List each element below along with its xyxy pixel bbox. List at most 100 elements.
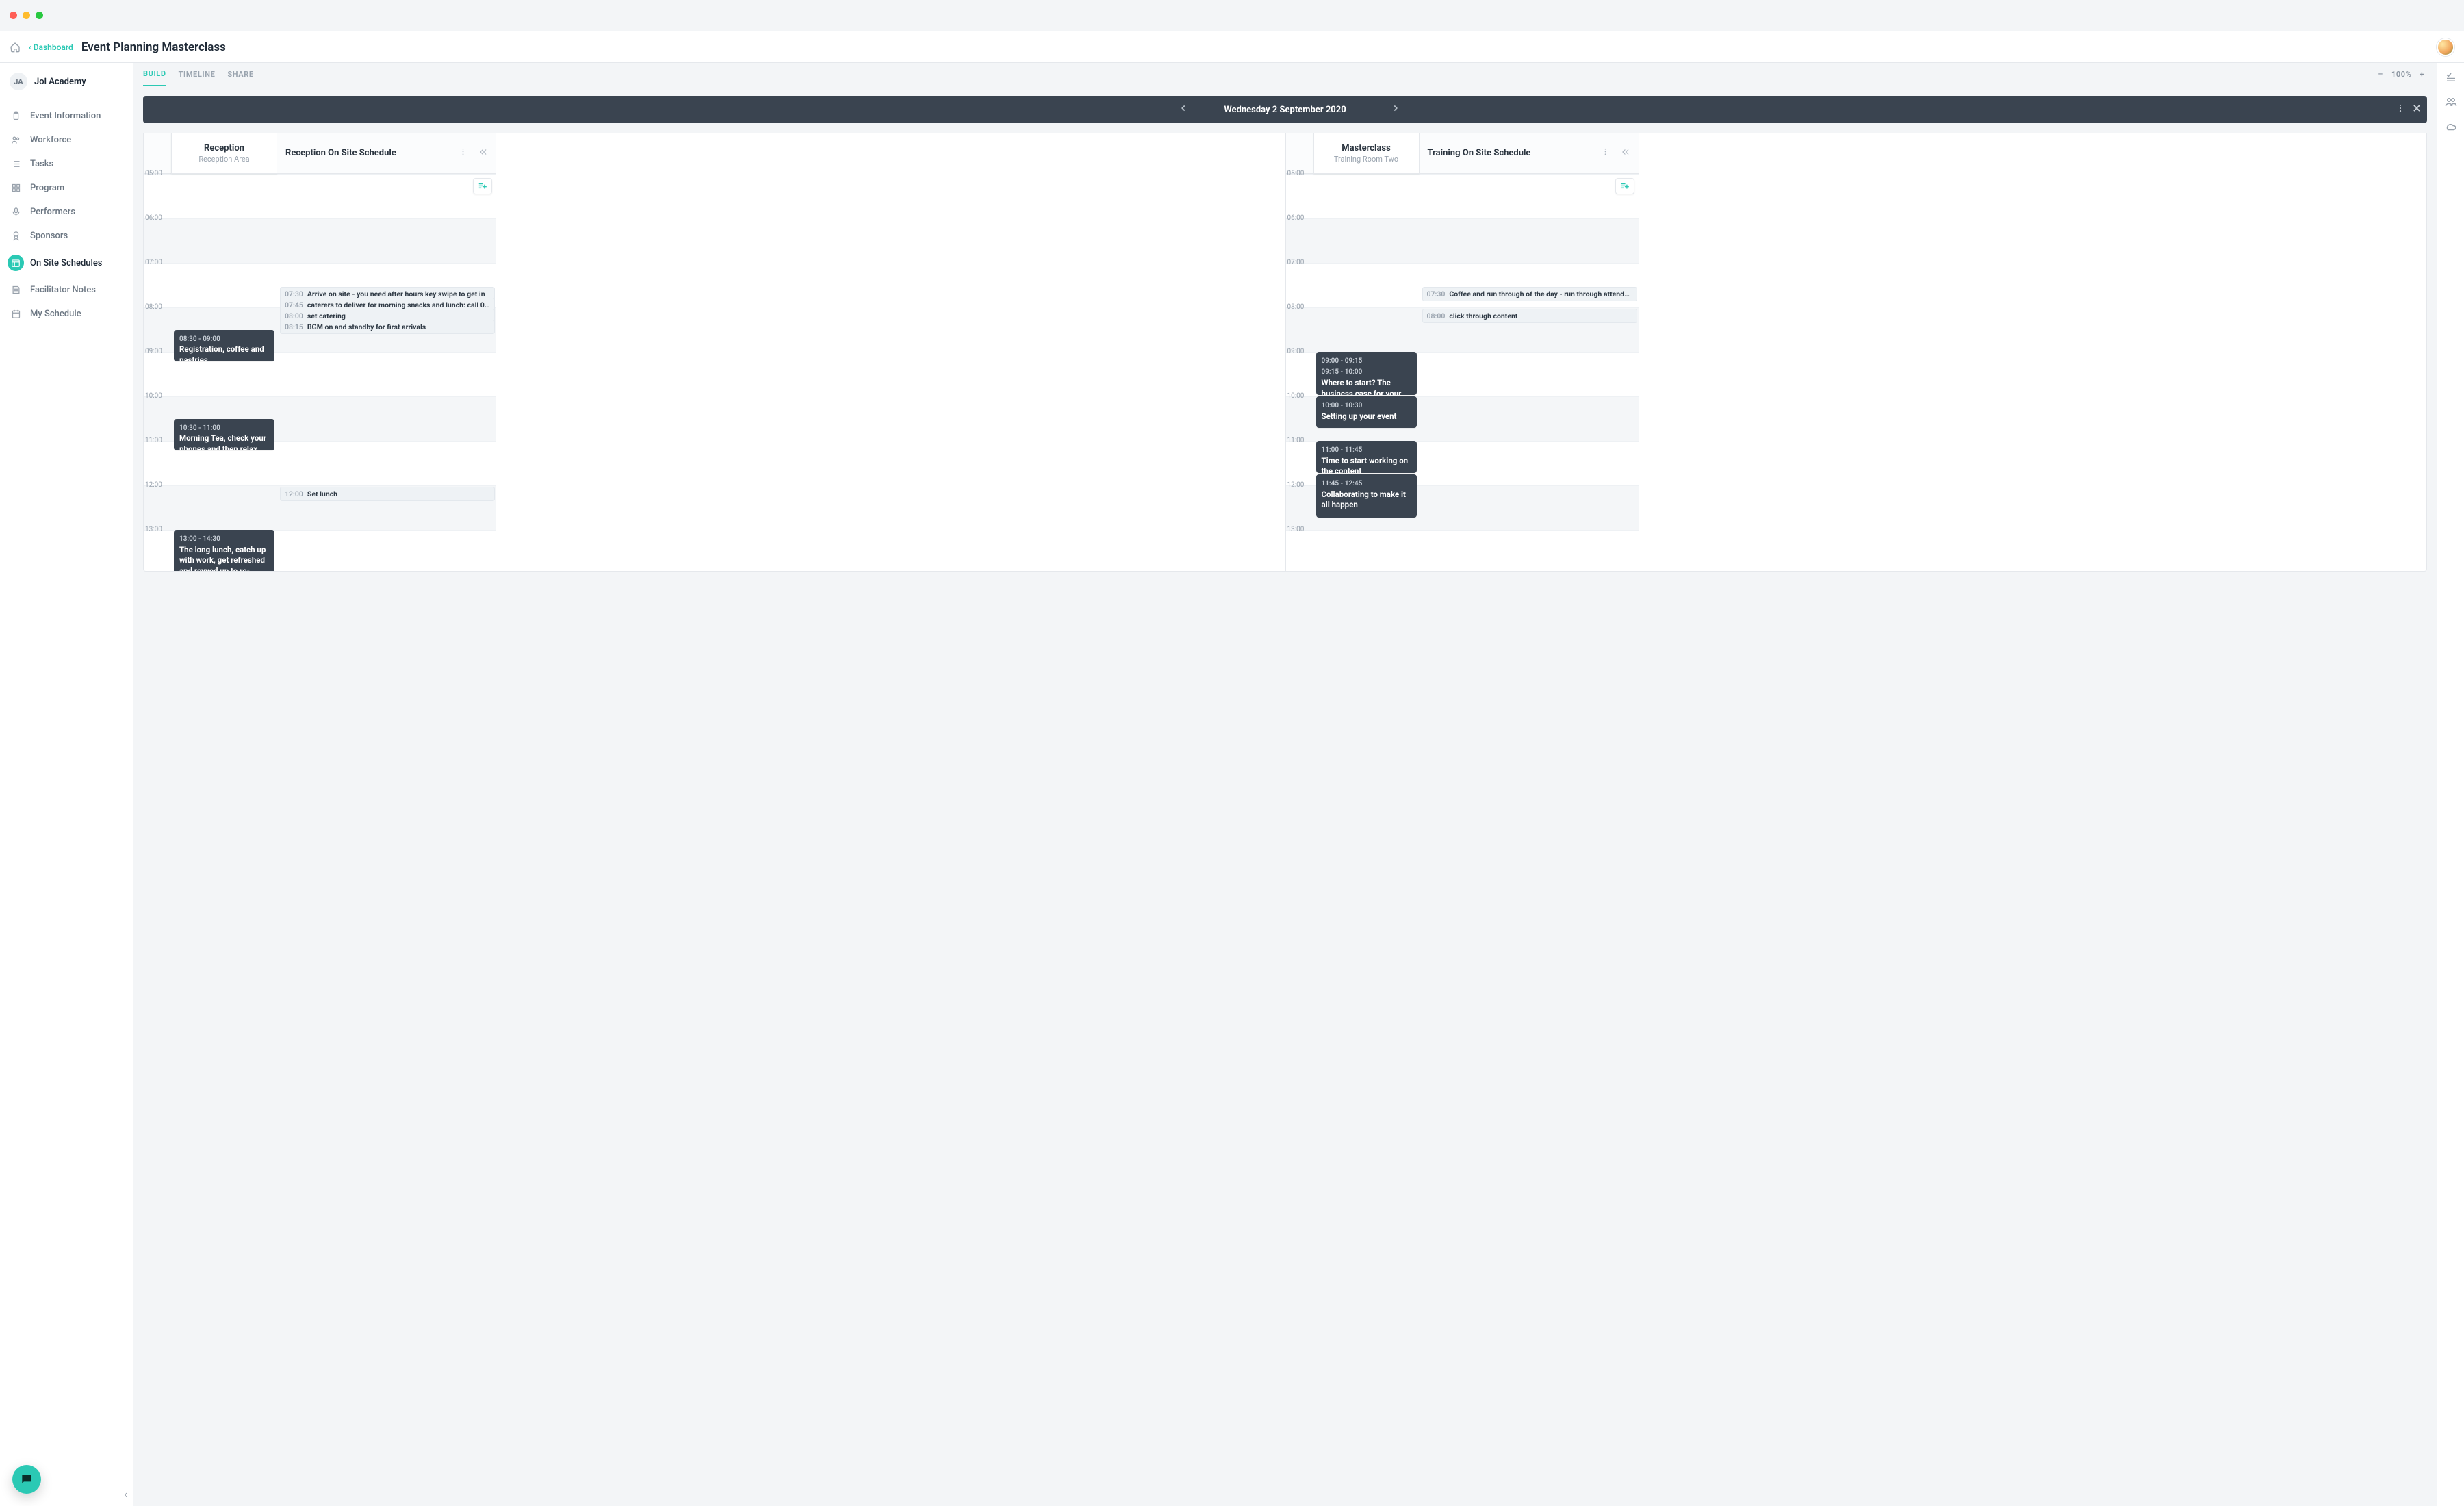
room-event[interactable]: 13:00 - 14:30The long lunch, catch up wi… bbox=[174, 530, 274, 572]
schedule-item[interactable]: 08:15 BGM on and standby for first arriva… bbox=[280, 320, 495, 334]
calendar-icon bbox=[10, 309, 22, 319]
sidebar-item-event-information[interactable]: Event Information bbox=[0, 104, 133, 128]
schedule-item-time: 08:15 bbox=[285, 322, 303, 331]
sidebar-item-sponsors[interactable]: Sponsors bbox=[0, 224, 133, 248]
rail-cloud-icon[interactable] bbox=[2445, 120, 2457, 136]
zoom-in-button[interactable]: + bbox=[2417, 70, 2427, 79]
window-zoom-dot[interactable] bbox=[36, 12, 43, 19]
event-label: Setting up your event bbox=[1322, 411, 1411, 422]
list-icon bbox=[10, 159, 22, 169]
sidebar-item-label: On Site Schedules bbox=[30, 258, 103, 268]
sidebar-collapse[interactable]: ‹ bbox=[124, 1488, 127, 1501]
add-item-button[interactable] bbox=[1615, 178, 1634, 194]
sidebar-item-my-schedule[interactable]: My Schedule bbox=[0, 302, 133, 326]
datebar-close-icon[interactable] bbox=[2412, 103, 2422, 116]
datebar-more-icon[interactable] bbox=[2396, 103, 2405, 116]
event-time: 11:00 - 11:45 bbox=[1322, 446, 1363, 454]
column-collapse-icon[interactable] bbox=[1621, 147, 1630, 159]
event-label: Time to start working on the content bbox=[1322, 456, 1411, 473]
schedule-item[interactable]: 07:30Coffee and run through of the day -… bbox=[1422, 287, 1637, 301]
add-item-button[interactable] bbox=[473, 178, 492, 194]
time-label: 06:00 bbox=[1287, 214, 1312, 222]
event-time: 11:45 - 12:45 bbox=[1322, 480, 1363, 487]
schedule-item-text: click through content bbox=[1449, 311, 1517, 320]
schedule-item[interactable]: 12:00Set lunch bbox=[280, 487, 495, 501]
window-close-dot[interactable] bbox=[10, 12, 17, 19]
right-rail bbox=[2437, 63, 2464, 1506]
sidebar-item-performers[interactable]: Performers bbox=[0, 200, 133, 224]
sidebar-item-label: Program bbox=[30, 183, 64, 193]
column-more-icon[interactable] bbox=[459, 147, 467, 159]
zoom-out-button[interactable]: – bbox=[2375, 70, 2386, 79]
event-label: Where to start? The business case for yo… bbox=[1322, 378, 1411, 395]
schedule-icon bbox=[8, 255, 24, 271]
zoom-control: – 100% + bbox=[2375, 70, 2427, 79]
time-label: 13:00 bbox=[145, 526, 170, 533]
room-subtitle: Reception Area bbox=[198, 155, 249, 164]
sidebar-item-on-site-schedules[interactable]: On Site Schedules bbox=[0, 248, 133, 278]
window-chrome bbox=[0, 0, 2464, 31]
date-label: Wednesday 2 September 2020 bbox=[1224, 105, 1346, 115]
rail-people-icon[interactable] bbox=[2445, 96, 2457, 111]
room-event[interactable]: 08:30 - 09:00Registration, coffee and pa… bbox=[174, 330, 274, 361]
org-switcher[interactable]: JA Joi Academy bbox=[0, 63, 133, 100]
mic-icon bbox=[10, 207, 22, 217]
room-event[interactable]: 10:30 - 11:00Morning Tea, check your pho… bbox=[174, 419, 274, 450]
time-label: 05:00 bbox=[1287, 170, 1312, 177]
sidebar-item-label: My Schedule bbox=[30, 309, 81, 319]
tab-build[interactable]: BUILD bbox=[143, 63, 166, 86]
column-collapse-icon[interactable] bbox=[478, 147, 488, 159]
time-label: 07:00 bbox=[1287, 259, 1312, 266]
date-next-button[interactable] bbox=[1388, 101, 1403, 118]
schedule-column[interactable]: 07:30Arrive on site - you need after hou… bbox=[277, 174, 496, 571]
window-minimize-dot[interactable] bbox=[23, 12, 30, 19]
tab-share[interactable]: SHARE bbox=[227, 63, 253, 86]
sidebar-item-label: Event Information bbox=[30, 111, 101, 121]
schedule-column[interactable]: 07:30Coffee and run through of the day -… bbox=[1420, 174, 1639, 571]
grid-icon bbox=[10, 183, 22, 193]
sidebar-item-facilitator-notes[interactable]: Facilitator Notes bbox=[0, 278, 133, 302]
schedule-item-time: 07:45 bbox=[285, 301, 303, 309]
notes-icon bbox=[10, 285, 22, 295]
date-prev-button[interactable] bbox=[1176, 101, 1191, 118]
main: BUILD TIMELINE SHARE – 100% + Wednesday … bbox=[133, 63, 2437, 1506]
room-column[interactable]: 08:30 - 09:00Registration, coffee and pa… bbox=[171, 174, 277, 571]
sidebar-item-tasks[interactable]: Tasks bbox=[0, 152, 133, 176]
sidebar-item-program[interactable]: Program bbox=[0, 176, 133, 200]
room-column[interactable]: 09:00 - 09:15Welcome and Overview09:15 -… bbox=[1313, 174, 1420, 571]
time-label: 08:00 bbox=[145, 303, 170, 311]
room-event[interactable]: 10:00 - 10:30Setting up your event bbox=[1316, 396, 1417, 428]
page-title: Event Planning Masterclass bbox=[81, 40, 226, 54]
clipboard-icon bbox=[10, 111, 22, 121]
tab-timeline[interactable]: TIMELINE bbox=[179, 63, 216, 86]
schedule-item-time: 08:00 bbox=[1427, 311, 1446, 320]
event-time: 13:00 - 14:30 bbox=[179, 535, 220, 543]
schedule-item[interactable]: 08:00click through content bbox=[1422, 309, 1637, 323]
rail-checklist-icon[interactable] bbox=[2445, 71, 2457, 86]
subtabs: BUILD TIMELINE SHARE – 100% + bbox=[133, 63, 2437, 86]
room-event[interactable]: 09:15 - 10:00Where to start? The busines… bbox=[1316, 363, 1417, 395]
schedule-half-masterclass: MasterclassTraining Room TwoTraining On … bbox=[1285, 133, 2427, 571]
chat-fab[interactable] bbox=[12, 1465, 41, 1494]
schedule-board: ReceptionReception AreaReception On Site… bbox=[143, 133, 2427, 572]
home-icon[interactable] bbox=[10, 42, 21, 53]
room-event[interactable]: 11:45 - 12:45Collaborating to make it al… bbox=[1316, 474, 1417, 518]
time-label: 09:00 bbox=[1287, 348, 1312, 355]
time-label: 12:00 bbox=[1287, 481, 1312, 489]
schedule-item-text: BGM on and standby for first arrivals bbox=[307, 322, 426, 331]
column-more-icon[interactable] bbox=[1601, 147, 1610, 159]
room-subtitle: Training Room Two bbox=[1334, 155, 1398, 164]
breadcrumb-dashboard[interactable]: Dashboard bbox=[29, 42, 73, 52]
zoom-value: 100% bbox=[2391, 70, 2411, 79]
app-header: Dashboard Event Planning Masterclass bbox=[0, 31, 2464, 63]
sidebar-item-workforce[interactable]: Workforce bbox=[0, 128, 133, 152]
room-event[interactable]: 11:00 - 11:45 Time to start working on th… bbox=[1316, 441, 1417, 473]
user-avatar[interactable] bbox=[2437, 38, 2454, 56]
schedule-column-header: Reception On Site Schedule bbox=[277, 133, 496, 174]
sidebar-nav: Event Information WorkforceTasks Program Pe… bbox=[0, 104, 133, 326]
event-label: Registration, coffee and pastries bbox=[179, 344, 269, 361]
schedule-title: Training On Site Schedule bbox=[1428, 148, 1531, 158]
event-time: 10:30 - 11:00 bbox=[179, 424, 220, 432]
time-label: 07:00 bbox=[145, 259, 170, 266]
time-label: 05:00 bbox=[145, 170, 170, 177]
